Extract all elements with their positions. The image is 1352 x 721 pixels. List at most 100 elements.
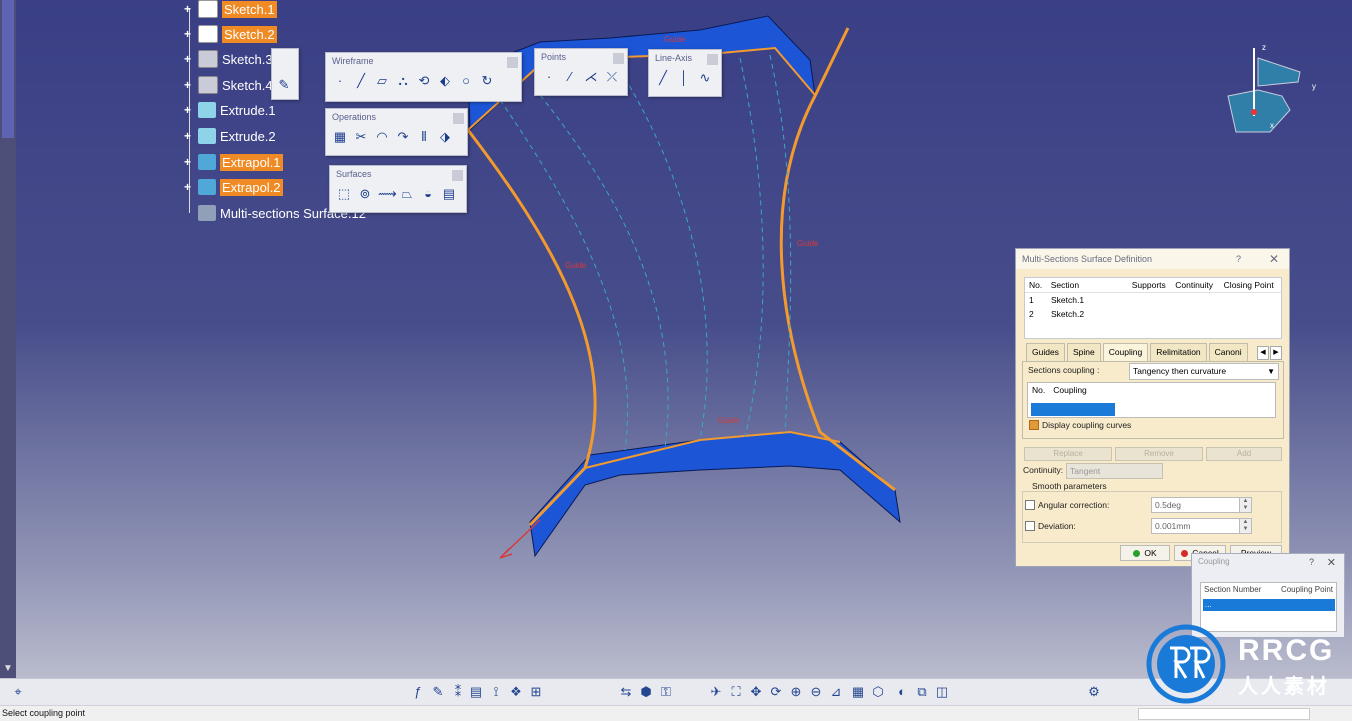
angular-value-field[interactable]: 0.5deg ▲ ▼ [1151,497,1252,513]
continuity-select[interactable]: Tangent [1066,463,1163,479]
pan-icon[interactable]: ✥ [748,684,764,700]
tree-item-sketch-1[interactable]: + Sketch.1 [184,0,277,20]
help-icon[interactable]: ? [1309,557,1314,567]
remove-button[interactable]: Remove [1115,447,1203,461]
combine-icon[interactable]: ⟲ [416,73,432,89]
tree-item-extrude-2[interactable]: + Extrude.2 [184,125,276,147]
list-item-selected[interactable] [1031,403,1115,416]
tree-item-sketch-3[interactable]: + Sketch.3 [184,48,273,70]
sections-table[interactable]: No. Section Supports Continuity Closing … [1024,277,1282,339]
expand-icon[interactable]: + [184,79,194,91]
split-icon[interactable]: ✂ [353,129,369,145]
transform-icon[interactable]: ↷ [395,129,411,145]
swap-visible-icon[interactable]: ⧉ [914,684,930,700]
sections-coupling-select[interactable]: Tangency then curvature ▼ [1129,363,1279,380]
table-row[interactable]: 2 Sketch.2 [1025,307,1281,321]
close-icon[interactable]: ✕ [1327,556,1336,569]
dialog-titlebar[interactable]: Coupling ? ✕ [1192,554,1344,572]
extremum-icon[interactable]: ⋌ [583,69,599,85]
hide-show-icon[interactable]: ◐ [894,684,910,700]
help-icon[interactable]: ? [1236,249,1241,269]
revolve-icon[interactable]: ⊚ [357,186,373,202]
close-icon[interactable] [453,113,464,124]
polyline-icon[interactable]: ∿ [697,70,713,86]
close-icon[interactable] [707,54,718,65]
extrude-surface-icon[interactable]: ⬚ [336,186,352,202]
formula-icon[interactable]: ƒ [410,684,426,700]
tab-guides[interactable]: Guides [1026,343,1065,361]
fill-icon[interactable]: ▤ [441,186,457,202]
measure-icon[interactable]: ⊞ [528,684,544,700]
plane-icon[interactable]: ▱ [374,73,390,89]
expand-icon[interactable]: + [184,156,194,168]
angular-correction-checkbox[interactable]: Angular correction: [1025,500,1109,510]
close-icon[interactable] [452,170,463,181]
tab-relimitation[interactable]: Relimitation [1150,343,1207,361]
expand-icon[interactable]: + [184,104,194,116]
reflect-line-icon[interactable]: ⬖ [437,73,453,89]
multisection-icon[interactable]: ⏢ [399,186,415,202]
checkbox[interactable] [1025,521,1035,531]
table-row[interactable]: 1 Sketch.1 [1025,293,1281,307]
knowledge-icon[interactable]: ⁑ [450,684,466,700]
add-button[interactable]: Add [1206,447,1282,461]
line-icon[interactable]: ╱ [655,70,671,86]
iso-view-icon[interactable]: ⬡ [870,684,886,700]
catalog-icon[interactable]: ❖ [508,684,524,700]
boundary-icon[interactable]: ⬗ [437,129,453,145]
lock-icon[interactable]: ⚿ [658,684,674,700]
line-icon[interactable]: ╱ [353,73,369,89]
display-coupling-checkbox[interactable]: Display coupling curves [1029,420,1131,430]
tab-coupling[interactable]: Coupling [1102,343,1149,361]
checkbox-checked[interactable] [1029,420,1039,430]
extrapolate-icon[interactable]: ⫴ [416,129,432,145]
select-icon[interactable]: ⌖ [10,684,26,700]
tree-item-extrapol-2[interactable]: + Extrapol.2 [184,176,283,198]
spinner-icon[interactable]: ▲ ▼ [1239,498,1251,512]
list-item-selected[interactable]: ... [1203,599,1335,611]
deviation-checkbox[interactable]: Deviation: [1025,521,1076,531]
polar-extremum-icon[interactable]: ⤫ [604,69,620,85]
scrollbar-thumb[interactable] [2,0,14,138]
tab-right-icon[interactable]: ▶ [1270,346,1282,360]
expand-icon[interactable]: + [184,181,194,193]
point-icon[interactable]: · [332,73,348,89]
tree-item-sketch-2[interactable]: + Sketch.2 [184,23,277,45]
fit-all-icon[interactable]: ⛶ [728,684,744,700]
normal-view-icon[interactable]: ⊿ [828,684,844,700]
rotate-icon[interactable]: ⟳ [768,684,784,700]
comment-icon[interactable]: ✎ [430,684,446,700]
join-icon[interactable]: ▦ [332,129,348,145]
tab-canonical[interactable]: Canoni [1208,343,1248,361]
close-icon[interactable] [507,57,518,68]
sweep-icon[interactable]: ⟿ [378,186,397,202]
expand-icon[interactable]: + [184,130,194,142]
sketcher-icon[interactable]: ✎ [276,77,292,93]
zoom-in-icon[interactable]: ⊕ [788,684,804,700]
close-icon[interactable]: ✕ [1269,249,1279,269]
ok-button[interactable]: OK [1120,545,1170,561]
checkbox[interactable] [1025,500,1035,510]
tree-item-sketch-4[interactable]: + Sketch.4 [184,74,273,96]
workbench-icon[interactable]: ⚙ [1086,684,1102,700]
graph-icon[interactable]: ⟟ [488,684,504,700]
spline-icon[interactable]: ↻ [479,73,495,89]
replace-button[interactable]: Replace [1024,447,1112,461]
fly-icon[interactable]: ✈ [708,684,724,700]
part-icon[interactable]: ⬢ [638,684,654,700]
spinner-icon[interactable]: ▲ ▼ [1239,519,1251,533]
tab-spine[interactable]: Spine [1066,343,1101,361]
tree-item-extrude-1[interactable]: + Extrude.1 [184,99,276,121]
table-icon[interactable]: ▤ [468,684,484,700]
scroll-down-icon[interactable]: ▼ [3,663,13,674]
fillet-icon[interactable]: ◠ [374,129,390,145]
sketch-tool-popup[interactable]: ✎ [271,48,299,100]
deviation-value-field[interactable]: 0.001mm ▲ ▼ [1151,518,1252,534]
views-icon[interactable]: ▦ [850,684,866,700]
circle-icon[interactable]: ○ [458,73,474,89]
expand-icon[interactable]: + [184,3,194,15]
tab-left-icon[interactable]: ◀ [1257,346,1269,360]
close-icon[interactable] [613,53,624,64]
expand-icon[interactable]: + [184,53,194,65]
zoom-out-icon[interactable]: ⊖ [808,684,824,700]
